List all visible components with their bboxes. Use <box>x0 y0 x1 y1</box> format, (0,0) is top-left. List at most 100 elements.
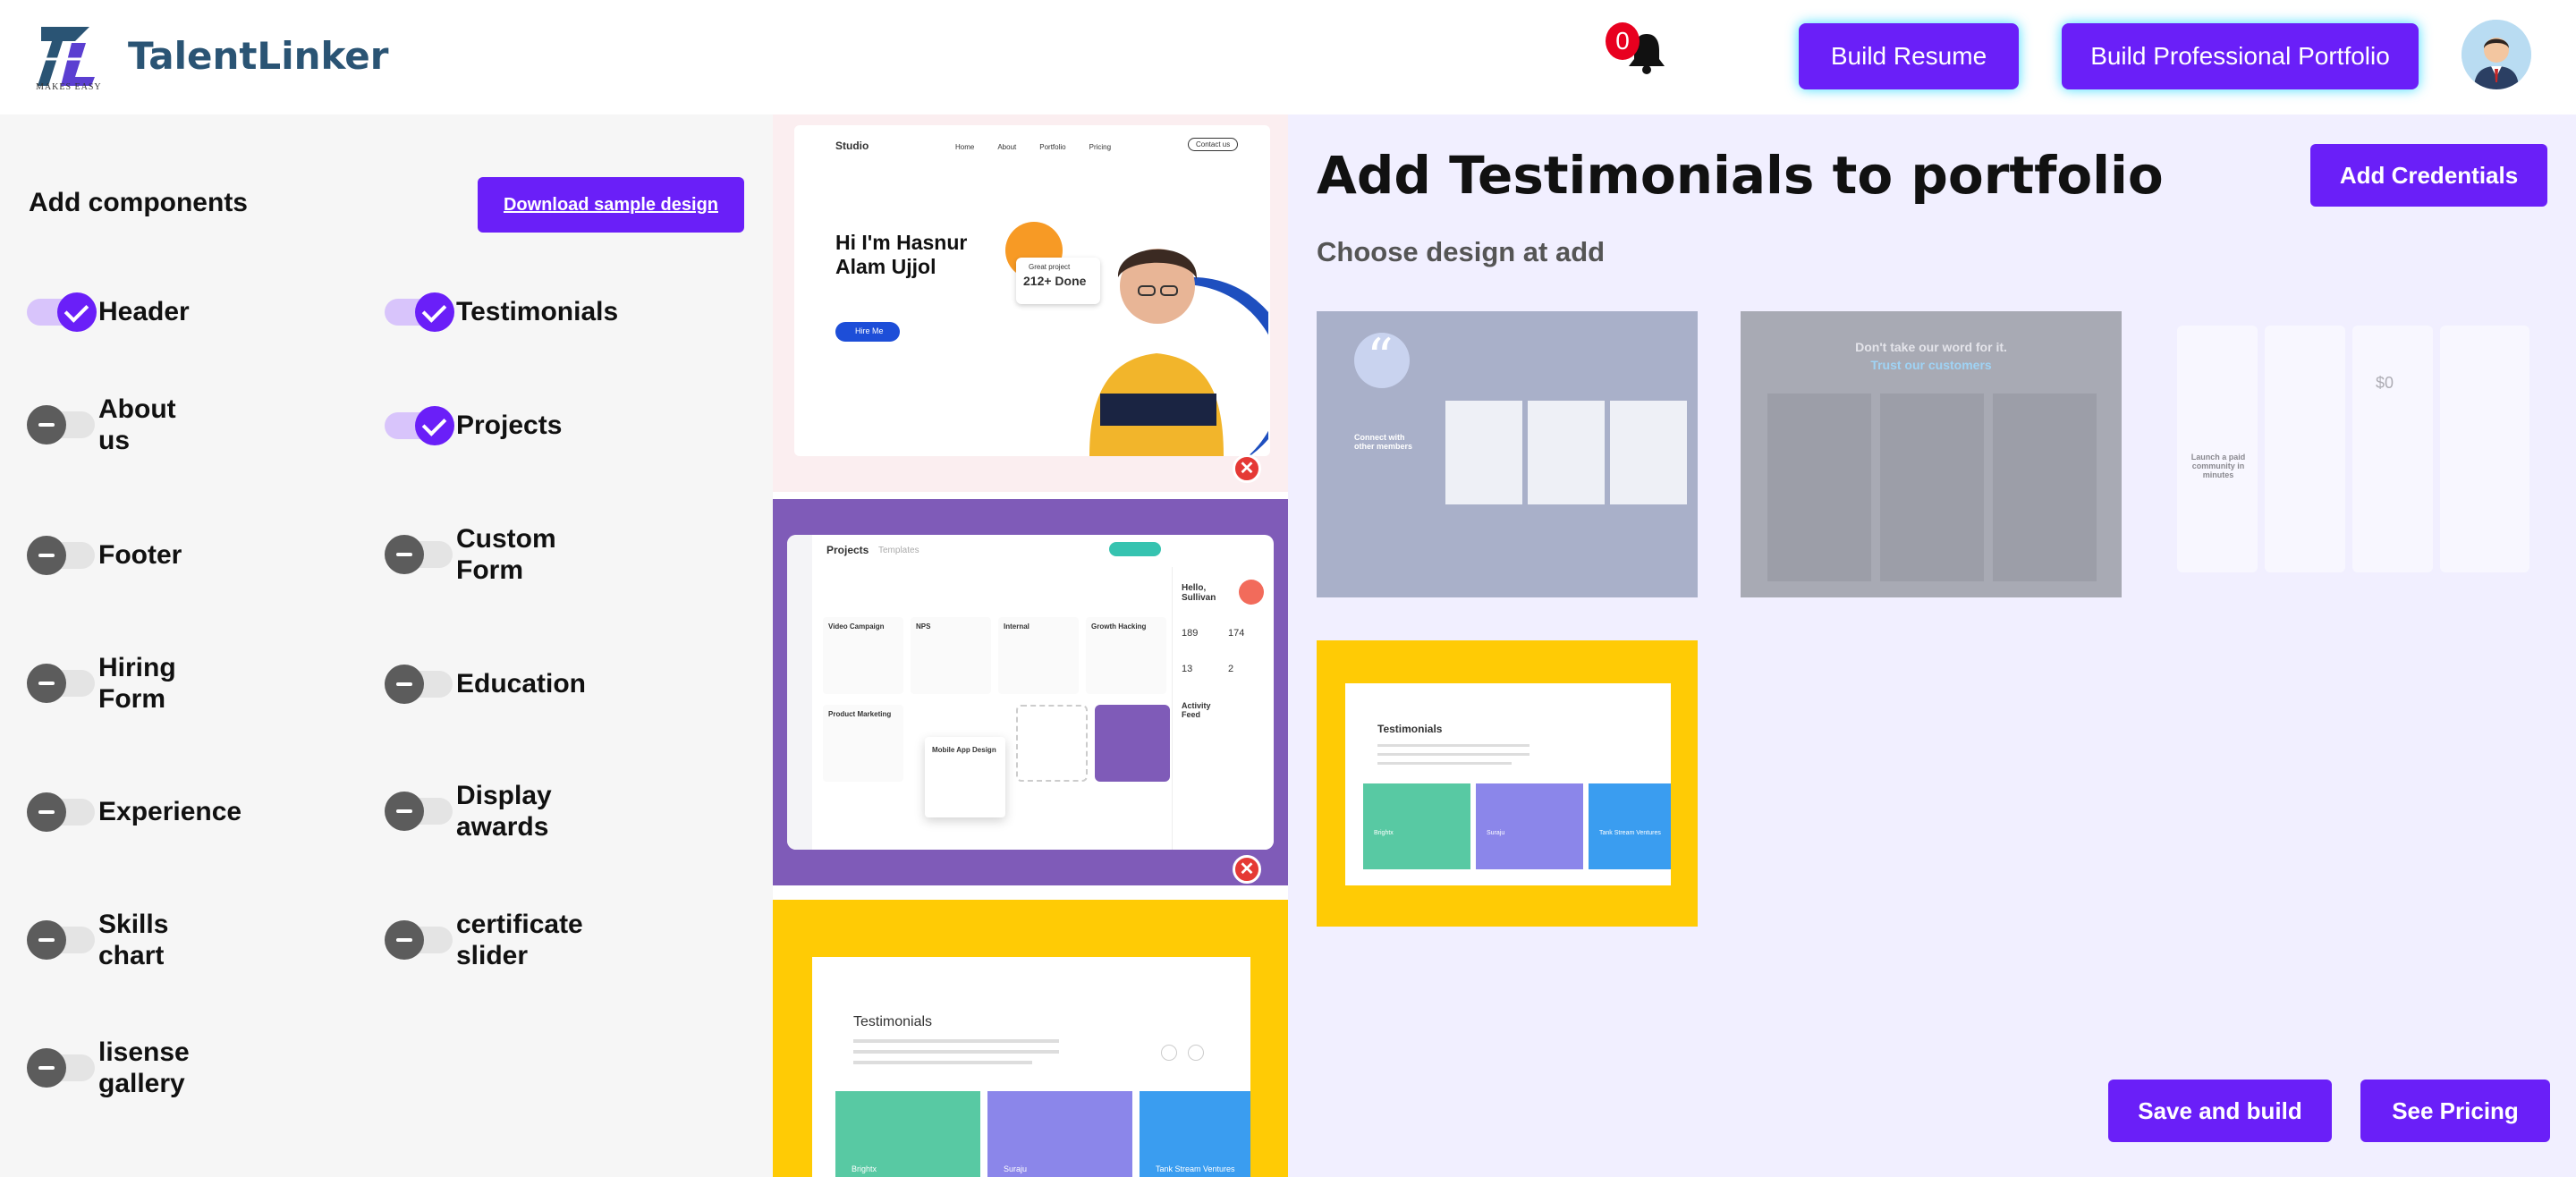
design-card: Testimonials Brightx Suraju Tank Stream … <box>1345 683 1671 885</box>
preview-nav: Home About Portfolio Pricing <box>955 143 1111 151</box>
preview-right-panel: Hello, Sullivan 189 174 13 2 Activity Fe… <box>1172 567 1274 850</box>
top-bar: MAKES EASY TalentLinker 0 Build Resume B… <box>0 0 2576 114</box>
component-experience[interactable]: Experience <box>27 792 277 832</box>
component-label: Display awards <box>456 781 552 842</box>
toggle-switch[interactable] <box>27 1048 95 1088</box>
preview-greeting: Hi I'm Hasnur Alam Ujjol <box>835 231 968 278</box>
preview-project-card: NPS <box>911 617 991 694</box>
components-panel: Add components Download sample design He… <box>0 114 773 1177</box>
review-column <box>1880 394 1984 581</box>
selected-components-preview: Studio Home About Portfolio Pricing Cont… <box>773 114 1288 1177</box>
testimonial-design-option-2[interactable]: Don't take our word for it. Trust our cu… <box>1741 311 2122 597</box>
component-about-us[interactable]: About us <box>27 394 188 456</box>
component-label: lisense gallery <box>98 1037 190 1098</box>
component-certificate-slider[interactable]: certificate slider <box>385 909 599 971</box>
preview-testimonials-title: Testimonials <box>853 1014 933 1029</box>
see-pricing-button[interactable]: See Pricing <box>2360 1080 2550 1142</box>
component-education[interactable]: Education <box>385 664 608 704</box>
projects-preview-card: Projects Templates Hello, Sullivan 189 1… <box>787 535 1274 850</box>
close-icon[interactable]: ✕ <box>1233 454 1261 483</box>
toggle-switch[interactable] <box>27 920 95 960</box>
preview-project-card: Video Campaign <box>823 617 903 694</box>
add-credentials-button[interactable]: Add Credentials <box>2310 144 2547 207</box>
design-caption: Launch a paid community in minutes <box>2190 453 2246 479</box>
preview-templates-tab: Templates <box>878 546 919 555</box>
component-label: Header <box>98 297 190 326</box>
preview-testimonial-card: Tank Stream Ventures <box>1140 1091 1250 1177</box>
component-label: Testimonials <box>456 297 619 326</box>
preview-nav-item: About <box>997 143 1017 151</box>
component-testimonials[interactable]: Testimonials <box>385 292 635 332</box>
toggle-switch[interactable] <box>27 292 97 332</box>
component-header[interactable]: Header <box>27 292 250 332</box>
component-label: Custom Form <box>456 524 556 585</box>
close-icon[interactable]: ✕ <box>1233 855 1261 884</box>
header-preview-card: Studio Home About Portfolio Pricing Cont… <box>794 125 1270 456</box>
page-subtitle: Choose design at add <box>1317 236 1606 267</box>
save-and-build-button[interactable]: Save and build <box>2108 1080 2332 1142</box>
toggle-switch[interactable] <box>385 664 453 704</box>
components-title: Add components <box>29 188 248 217</box>
brand-name[interactable]: TalentLinker <box>128 34 389 78</box>
member-card <box>1445 401 1522 504</box>
user-avatar[interactable] <box>2462 20 2531 89</box>
component-label: Education <box>456 669 587 699</box>
component-hiring-form[interactable]: Hiring Form <box>27 652 188 715</box>
toggle-switch[interactable] <box>385 792 453 831</box>
user-avatar-icon <box>2462 20 2531 89</box>
toggle-switch[interactable] <box>385 405 454 445</box>
preview-project-card: Product Marketing <box>823 705 903 782</box>
build-resume-button[interactable]: Build Resume <box>1799 23 2019 89</box>
component-label: Skills chart <box>98 910 169 970</box>
preview-empty-slot <box>1016 705 1088 782</box>
toggle-switch[interactable] <box>385 920 453 960</box>
build-portfolio-button[interactable]: Build Professional Portfolio <box>2062 23 2419 89</box>
design-heading: Don't take our word for it. <box>1855 340 2007 354</box>
toggle-switch[interactable] <box>27 664 95 703</box>
preview-project-card: Internal <box>998 617 1079 694</box>
member-card <box>1528 401 1605 504</box>
testimonial-design-option-1[interactable]: “ Connect with other members <box>1317 311 1698 597</box>
component-label: Hiring Form <box>98 653 176 714</box>
review-column <box>1993 394 2097 581</box>
preview-stat-card: Great project 212+ Done <box>1016 258 1100 304</box>
logo-tagline: MAKES EASY <box>36 82 102 92</box>
component-footer[interactable]: Footer <box>27 535 250 575</box>
testimonial-design-option-3[interactable]: Launch a paid community in minutes $0 <box>2165 311 2546 597</box>
component-label: Experience <box>98 797 242 826</box>
talentlinker-logo-icon[interactable] <box>36 23 98 91</box>
toggle-switch[interactable] <box>27 792 95 832</box>
component-display-awards[interactable]: Display awards <box>385 780 564 843</box>
component-projects[interactable]: Projects <box>385 405 608 445</box>
preview-sidebar <box>787 535 812 850</box>
download-sample-design-button[interactable]: Download sample design <box>478 177 744 233</box>
testimonial-design-option-4[interactable]: Testimonials Brightx Suraju Tank Stream … <box>1317 640 1698 927</box>
component-license-gallery[interactable]: lisense gallery <box>27 1037 206 1099</box>
preview-project-card: Mobile App Design <box>925 737 1005 817</box>
design-price: $0 <box>2376 374 2394 392</box>
preview-nav-item: Pricing <box>1089 143 1112 151</box>
testimonials-preview[interactable]: Testimonials Brightx Suraju Tank Stream … <box>773 900 1288 1177</box>
toggle-switch[interactable] <box>385 535 453 574</box>
quote-icon: “ <box>1354 327 1410 388</box>
projects-preview[interactable]: Projects Templates Hello, Sullivan 189 1… <box>773 499 1288 885</box>
header-preview[interactable]: Studio Home About Portfolio Pricing Cont… <box>773 114 1288 492</box>
member-card <box>1610 401 1687 504</box>
preview-project-card: Growth Hacking <box>1086 617 1166 694</box>
design-card-title: Testimonials <box>1377 723 1443 735</box>
toggle-switch[interactable] <box>385 292 454 332</box>
toggle-switch[interactable] <box>27 405 95 445</box>
preview-contact-button: Contact us <box>1188 138 1239 151</box>
component-label: Projects <box>456 411 563 440</box>
preview-studio-logo: Studio <box>835 140 869 152</box>
preview-nav-item: Home <box>955 143 975 151</box>
preview-hire-button: Hire Me <box>835 322 900 342</box>
preview-hero-illustration <box>1005 222 1268 456</box>
component-custom-form[interactable]: Custom Form <box>385 523 564 586</box>
component-label: Footer <box>98 540 182 570</box>
component-skills-chart[interactable]: Skills chart <box>27 909 188 971</box>
main-panel: Add Testimonials to portfolio Choose des… <box>1288 114 2576 1177</box>
preview-projects-title: Projects <box>826 544 869 556</box>
toggle-switch[interactable] <box>27 535 95 575</box>
preview-testimonial-card: Suraju <box>987 1091 1132 1177</box>
